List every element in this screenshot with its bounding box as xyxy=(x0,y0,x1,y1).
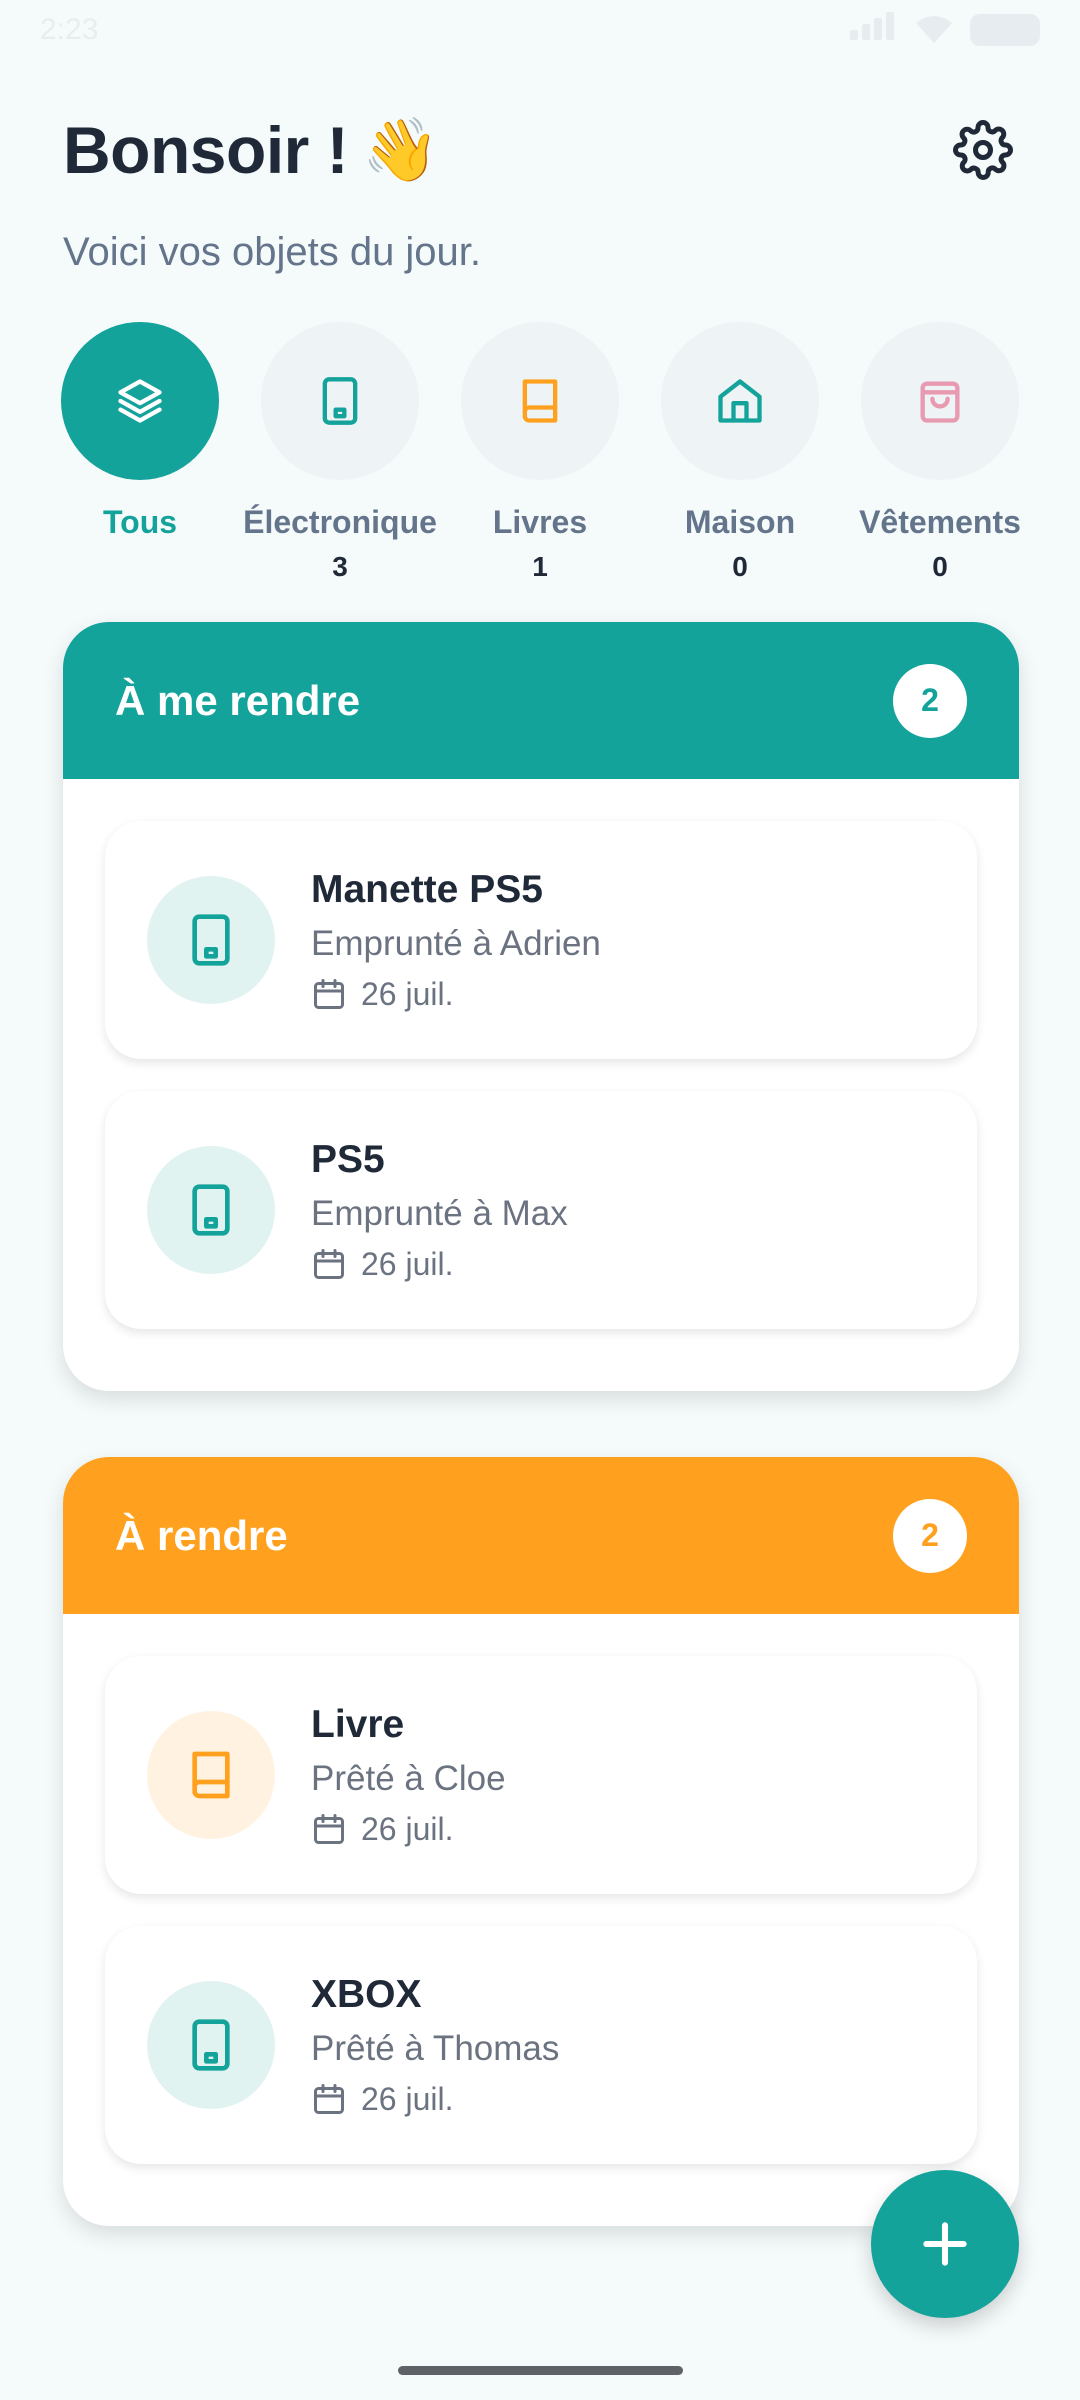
category-vetements[interactable]: Vêtements 0 xyxy=(840,322,1040,602)
status-bar: 2:23 xyxy=(0,0,1080,60)
item-text: XBOX Prêté à Thomas 26 juil. xyxy=(311,1973,559,2118)
calendar-icon xyxy=(314,979,344,1009)
section-title: À me rendre xyxy=(115,676,361,724)
item-text: PS5 Emprunté à Max 26 juil. xyxy=(311,1138,568,1283)
category-filter: Tous Électronique 3 Livres 1 Maison 0 Vê… xyxy=(40,322,1080,602)
category-label: Livres xyxy=(492,504,588,540)
tablet-icon xyxy=(192,2019,230,2071)
category-label: Maison xyxy=(684,504,796,540)
item-date-text: 26 juil. xyxy=(361,1245,454,1282)
category-circle xyxy=(661,322,819,480)
item-icon xyxy=(147,1981,275,2109)
section-header[interactable]: À me rendre 2 xyxy=(63,622,1019,779)
gear-icon xyxy=(953,120,1013,180)
item-icon xyxy=(147,1146,275,1274)
item-person: Emprunté à Max xyxy=(311,1193,568,1233)
category-count: 1 xyxy=(532,551,548,582)
wifi-icon xyxy=(916,16,952,43)
section-body: Manette PS5 Emprunté à Adrien 26 juil. P… xyxy=(63,779,1019,1391)
category-tous[interactable]: Tous xyxy=(40,322,240,602)
category-label: Électronique xyxy=(243,504,437,540)
house-icon xyxy=(718,379,762,423)
plus-icon xyxy=(923,2222,967,2266)
item-icon xyxy=(147,876,275,1004)
item-card[interactable]: Livre Prêté à Cloe 26 juil. xyxy=(105,1656,977,1894)
category-label: Tous xyxy=(102,504,178,540)
item-name: Manette PS5 xyxy=(311,867,543,911)
section-to-receive: À me rendre 2 Manette PS5 Emprunté à Adr… xyxy=(63,622,1019,1391)
category-label: Vêtements xyxy=(859,504,1021,540)
tablet-icon xyxy=(192,1184,230,1236)
category-count: 0 xyxy=(732,551,748,582)
subtitle: Voici vos objets du jour. xyxy=(63,230,482,274)
item-date: 26 juil. xyxy=(311,2081,559,2118)
category-circle xyxy=(861,322,1019,480)
category-count: 3 xyxy=(332,551,348,582)
book-icon xyxy=(192,1751,230,1799)
category-livres[interactable]: Livres 1 xyxy=(440,322,640,602)
item-person: Prêté à Cloe xyxy=(311,1758,506,1798)
bag-icon xyxy=(920,381,960,423)
item-card[interactable]: XBOX Prêté à Thomas 26 juil. xyxy=(105,1926,977,2164)
item-text: Manette PS5 Emprunté à Adrien 26 juil. xyxy=(311,868,601,1013)
category-maison[interactable]: Maison 0 xyxy=(640,322,840,602)
calendar-icon xyxy=(314,1249,344,1279)
count-badge: 2 xyxy=(893,663,967,738)
item-card[interactable]: PS5 Emprunté à Max 26 juil. xyxy=(105,1091,977,1329)
section-body: Livre Prêté à Cloe 26 juil. XBOX Prêté à… xyxy=(63,1614,1019,2226)
item-date-text: 26 juil. xyxy=(361,975,454,1012)
count-badge: 2 xyxy=(893,1498,967,1573)
calendar-icon xyxy=(314,1814,344,1844)
item-person: Emprunté à Adrien xyxy=(311,923,601,963)
item-name: XBOX xyxy=(311,1972,422,2016)
item-icon xyxy=(147,1711,275,1839)
greeting-title: Bonsoir ! xyxy=(63,113,349,187)
item-date-text: 26 juil. xyxy=(361,2080,454,2117)
item-date: 26 juil. xyxy=(311,1246,568,1283)
item-name: PS5 xyxy=(311,1137,385,1181)
status-icons xyxy=(850,12,1040,48)
item-person: Prêté à Thomas xyxy=(311,2028,560,2068)
item-text: Livre Prêté à Cloe 26 juil. xyxy=(311,1703,506,1848)
layers-icon xyxy=(118,379,162,423)
status-time: 2:23 xyxy=(40,13,99,46)
greeting-row: Bonsoir ! 👋 xyxy=(63,112,439,188)
category-circle xyxy=(61,322,219,480)
calendar-icon xyxy=(314,2084,344,2114)
category-electronique[interactable]: Électronique 3 xyxy=(240,322,440,602)
add-item-button[interactable] xyxy=(871,2170,1019,2318)
settings-button[interactable] xyxy=(943,110,1023,190)
book-icon xyxy=(522,379,558,423)
tablet-icon xyxy=(322,377,358,425)
section-to-return: À rendre 2 Livre Prêté à Cloe 26 juil. X… xyxy=(63,1457,1019,2226)
category-circle xyxy=(261,322,419,480)
battery-icon xyxy=(970,14,1040,46)
item-card[interactable]: Manette PS5 Emprunté à Adrien 26 juil. xyxy=(105,821,977,1059)
item-date: 26 juil. xyxy=(311,976,601,1013)
tablet-icon xyxy=(192,914,230,966)
home-indicator[interactable] xyxy=(398,2366,683,2375)
section-header[interactable]: À rendre 2 xyxy=(63,1457,1019,1614)
header: Bonsoir ! 👋 xyxy=(63,100,1023,200)
category-circle xyxy=(461,322,619,480)
signal-icon xyxy=(850,12,898,48)
section-title: À rendre xyxy=(115,1511,288,1559)
category-count: 0 xyxy=(932,551,948,582)
wave-emoji: 👋 xyxy=(362,115,440,185)
item-name: Livre xyxy=(311,1702,405,1746)
item-date: 26 juil. xyxy=(311,1811,506,1848)
item-date-text: 26 juil. xyxy=(361,1810,454,1847)
